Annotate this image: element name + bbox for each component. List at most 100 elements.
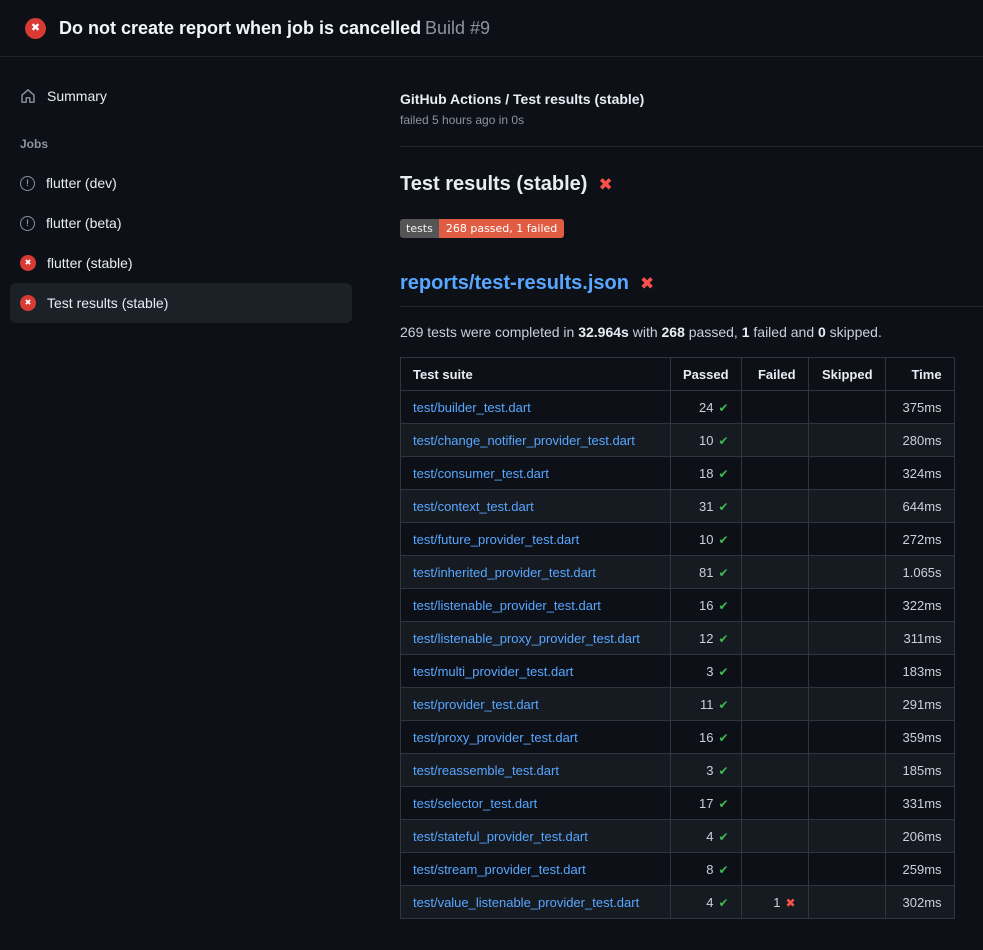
results-table-body: test/builder_test.dart 24✔ 375ms test/chang… — [401, 391, 955, 919]
skipped-cell — [808, 886, 885, 919]
count-value: 8 — [706, 862, 713, 877]
count-value: 10 — [699, 532, 713, 547]
check-icon: ✔ — [718, 665, 728, 679]
skipped-cell — [808, 490, 885, 523]
sidebar-item-label: flutter (beta) — [46, 215, 121, 231]
table-row: test/inherited_provider_test.dart 81✔ 1.06… — [401, 556, 955, 589]
failed-cell — [741, 457, 808, 490]
jobs-heading: Jobs — [10, 137, 352, 151]
skipped-cell — [808, 589, 885, 622]
failed-cell — [741, 787, 808, 820]
summary-line: 269 tests were completed in 32.964s with… — [400, 324, 983, 340]
cross-icon: ✖ — [598, 176, 612, 193]
test-suite-link[interactable]: test/proxy_provider_test.dart — [413, 730, 578, 745]
sidebar-item-flutter-beta[interactable]: ! flutter (beta) — [10, 203, 352, 243]
report-link[interactable]: reports/test-results.json — [400, 272, 629, 295]
summary-segment: skipped. — [826, 324, 882, 340]
test-suite-cell: test/stateful_provider_test.dart — [401, 820, 671, 853]
skipped-cell — [808, 424, 885, 457]
test-suite-cell: test/context_test.dart — [401, 490, 671, 523]
time-cell: 1.065s — [885, 556, 954, 589]
test-suite-cell: test/reassemble_test.dart — [401, 754, 671, 787]
sidebar-item-label: Summary — [47, 88, 107, 104]
passed-cell: 3✔ — [671, 754, 742, 787]
test-suite-cell: test/consumer_test.dart — [401, 457, 671, 490]
failed-cell — [741, 622, 808, 655]
passed-cell: 11✔ — [671, 688, 742, 721]
sidebar-item-flutter-stable[interactable]: ✖ flutter (stable) — [10, 243, 352, 283]
passed-cell: 16✔ — [671, 589, 742, 622]
skipped-cell — [808, 457, 885, 490]
failed-cell — [741, 721, 808, 754]
test-suite-cell: test/future_provider_test.dart — [401, 523, 671, 556]
test-suite-link[interactable]: test/provider_test.dart — [413, 697, 539, 712]
test-suite-link[interactable]: test/future_provider_test.dart — [413, 532, 579, 547]
sidebar-item-summary[interactable]: Summary — [10, 79, 352, 113]
passed-cell: 81✔ — [671, 556, 742, 589]
table-row: test/future_provider_test.dart10✔272ms — [401, 523, 955, 556]
count-value: 4 — [706, 829, 713, 844]
table-row: test/builder_test.dart 24✔ 375ms — [401, 391, 955, 424]
skipped-cell — [808, 721, 885, 754]
sidebar-item-test-results-stable[interactable]: ✖ Test results (stable) — [10, 283, 352, 323]
failed-cell — [741, 523, 808, 556]
time-cell: 272ms — [885, 523, 954, 556]
table-row: test/consumer_test.dart18✔324ms — [401, 457, 955, 490]
sidebar-item-label: Test results (stable) — [47, 295, 168, 311]
test-suite-link[interactable]: test/builder_test.dart — [413, 400, 531, 415]
test-suite-link[interactable]: test/selector_test.dart — [413, 796, 537, 811]
failed-cell — [741, 655, 808, 688]
check-icon: ✔ — [718, 467, 728, 481]
test-suite-cell: test/stream_provider_test.dart — [401, 853, 671, 886]
test-suite-link[interactable]: test/context_test.dart — [413, 499, 534, 514]
table-row: test/stateful_provider_test.dart4✔206ms — [401, 820, 955, 853]
passed-cell: 10 ✔ — [671, 424, 742, 457]
test-suite-link[interactable]: test/stateful_provider_test.dart — [413, 829, 588, 844]
check-icon: ✔ — [718, 797, 728, 811]
skipped-cell — [808, 754, 885, 787]
table-row: test/context_test.dart31✔644ms — [401, 490, 955, 523]
summary-segment: passed, — [685, 324, 742, 340]
time-cell: 185ms — [885, 754, 954, 787]
summary-segment: with — [629, 324, 662, 340]
test-suite-link[interactable]: test/listenable_proxy_provider_test.dart — [413, 631, 640, 646]
check-icon: ✔ — [718, 830, 728, 844]
check-icon: ✔ — [718, 698, 728, 712]
passed-cell: 24✔ — [671, 391, 742, 424]
failed-cell — [741, 391, 808, 424]
column-header-failed: Failed — [741, 358, 808, 391]
check-icon: ✔ — [718, 500, 728, 514]
table-row: test/selector_test.dart17✔331ms — [401, 787, 955, 820]
count-value: 10 — [699, 433, 713, 448]
check-icon: ✔ — [718, 434, 728, 448]
section-title: Test results (stable) ✖ — [400, 173, 983, 196]
failed-cell — [741, 754, 808, 787]
skipped-cell — [808, 820, 885, 853]
failed-cell — [741, 688, 808, 721]
passed-cell: 31✔ — [671, 490, 742, 523]
time-cell: 375ms — [885, 391, 954, 424]
count-value: 17 — [699, 796, 713, 811]
failed-cell: 1✖ — [741, 886, 808, 919]
failed-cell — [741, 556, 808, 589]
x-circle-icon: ✖ — [25, 18, 46, 39]
test-suite-link[interactable]: test/stream_provider_test.dart — [413, 862, 586, 877]
test-suite-link[interactable]: test/inherited_provider_test.dart — [413, 565, 596, 580]
test-suite-cell: test/proxy_provider_test.dart — [401, 721, 671, 754]
failed-cell — [741, 589, 808, 622]
test-suite-link[interactable]: test/multi_provider_test.dart — [413, 664, 573, 679]
test-suite-link[interactable]: test/value_listenable_provider_test.dart — [413, 895, 639, 910]
test-suite-cell: test/value_listenable_provider_test.dart — [401, 886, 671, 919]
test-suite-link[interactable]: test/change_notifier_provider_test.dart — [413, 433, 635, 448]
test-suite-link[interactable]: test/listenable_provider_test.dart — [413, 598, 601, 613]
sidebar-item-flutter-dev[interactable]: ! flutter (dev) — [10, 163, 352, 203]
test-suite-link[interactable]: test/consumer_test.dart — [413, 466, 549, 481]
table-row: test/value_listenable_provider_test.dart… — [401, 886, 955, 919]
tests-badge: tests 268 passed, 1 failed — [400, 219, 564, 238]
test-suite-link[interactable]: test/reassemble_test.dart — [413, 763, 559, 778]
test-suite-cell: test/builder_test.dart — [401, 391, 671, 424]
time-cell: 280ms — [885, 424, 954, 457]
table-row: test/listenable_proxy_provider_test.dart… — [401, 622, 955, 655]
count-value: 16 — [699, 730, 713, 745]
alert-circle-icon: ! — [20, 216, 35, 231]
